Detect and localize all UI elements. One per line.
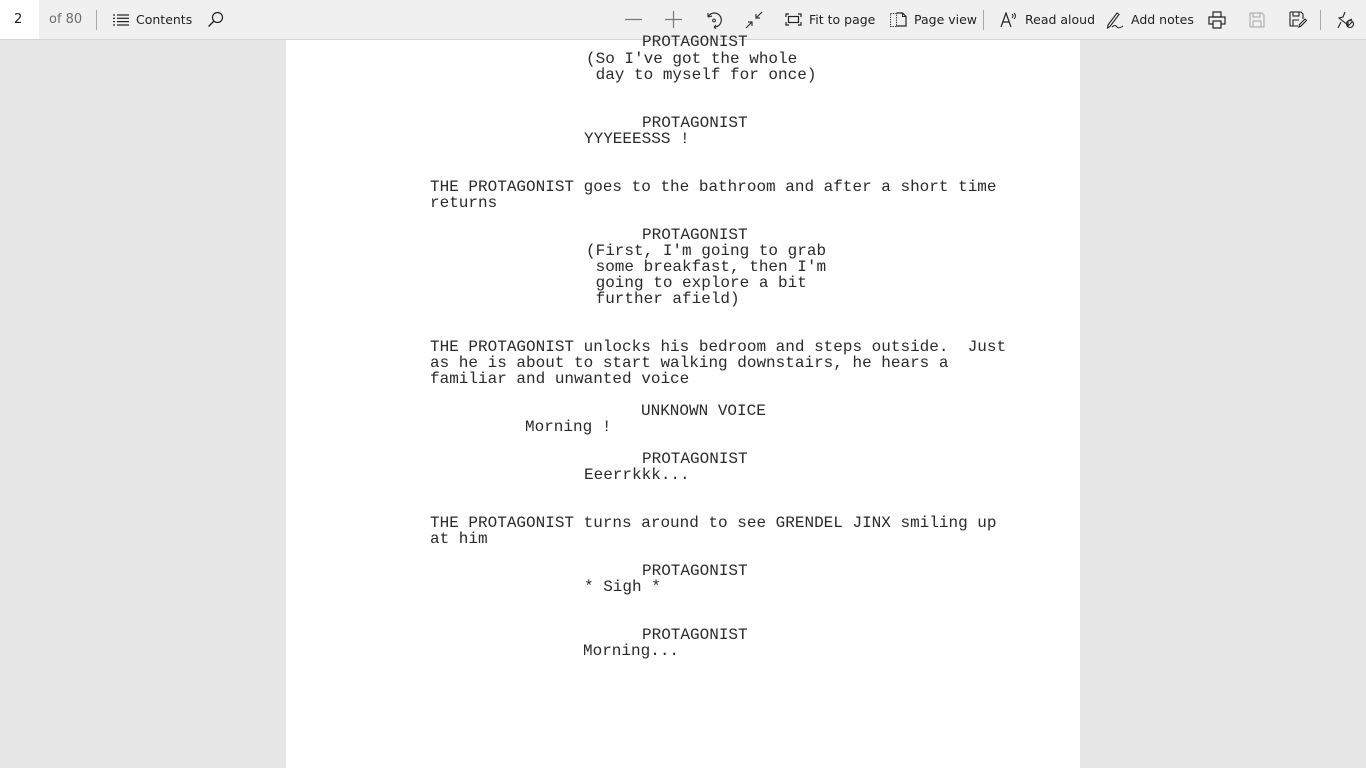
action-line: THE PROTAGONIST turns around to see GREN…	[430, 514, 997, 532]
unpin-icon	[1337, 11, 1355, 29]
page-view-label: Page view	[914, 12, 978, 27]
contents-label: Contents	[136, 12, 193, 27]
save-icon	[1249, 11, 1265, 28]
dialogue: Morning...	[583, 642, 680, 660]
page-count: of 80	[49, 12, 83, 27]
divider	[96, 10, 97, 30]
action-line: THE PROTAGONIST unlocks his bedroom and …	[430, 338, 1007, 356]
parenthetical: some breakfast, then I'm	[586, 258, 827, 276]
fit-page-icon	[785, 13, 802, 26]
action-line: familiar and unwanted voice	[430, 370, 690, 388]
character-name: PROTAGONIST	[642, 626, 748, 644]
list-icon	[113, 13, 129, 26]
fit-to-page-button[interactable]: Fit to page	[785, 0, 875, 39]
character-name: UNKNOWN VOICE	[641, 402, 766, 420]
add-notes-label: Add notes	[1131, 12, 1194, 27]
save-as-icon	[1289, 11, 1307, 28]
parenthetical: further afield)	[586, 290, 740, 308]
pen-icon	[1106, 11, 1124, 29]
divider	[983, 10, 984, 30]
action-line: THE PROTAGONIST goes to the bathroom and…	[430, 178, 997, 196]
parenthetical: going to explore a bit	[586, 274, 807, 292]
print-icon	[1208, 10, 1226, 29]
rotate-icon	[705, 11, 723, 29]
page-view-button[interactable]: Page view	[890, 0, 977, 39]
parenthetical: day to myself for once)	[586, 66, 817, 84]
contents-button[interactable]: Contents	[113, 0, 192, 39]
action-line: as he is about to start walking downstai…	[430, 354, 949, 372]
dialogue: * Sigh *	[584, 578, 661, 596]
character-name: PROTAGONIST	[642, 226, 748, 244]
collapse-icon	[745, 11, 763, 29]
save-as-button[interactable]	[1289, 0, 1307, 39]
character-name: PROTAGONIST	[642, 114, 748, 132]
action-line: at him	[430, 530, 488, 548]
dialogue: YYYEEESSS !	[584, 130, 690, 148]
print-button[interactable]	[1208, 0, 1226, 39]
read-aloud-icon	[1000, 11, 1018, 28]
read-aloud-button[interactable]: Read aloud	[1000, 0, 1095, 39]
minus-icon	[625, 11, 642, 28]
unpin-toolbar-button[interactable]	[1337, 0, 1355, 39]
read-aloud-label: Read aloud	[1025, 12, 1096, 27]
save-button[interactable]	[1249, 0, 1265, 39]
parenthetical: (First, I'm going to grab	[586, 242, 827, 260]
plus-icon	[665, 11, 682, 28]
search-button[interactable]	[207, 0, 224, 39]
character-name: PROTAGONIST	[642, 33, 748, 51]
search-icon	[207, 11, 224, 28]
fullscreen-button[interactable]	[745, 0, 763, 39]
divider	[1320, 10, 1321, 30]
page-number: 2	[14, 12, 23, 27]
dialogue: Eeerrkkk...	[584, 466, 690, 484]
character-name: PROTAGONIST	[642, 450, 748, 468]
action-line: returns	[430, 194, 498, 212]
dialogue: Morning !	[525, 418, 612, 436]
fit-to-page-label: Fit to page	[809, 12, 876, 27]
character-name: PROTAGONIST	[642, 562, 748, 580]
page-view-icon	[890, 12, 907, 27]
document-page: PROTAGONIST (So I've got the whole day t…	[286, 34, 1080, 768]
add-notes-button[interactable]: Add notes	[1106, 0, 1194, 39]
page-number-input[interactable]: 2	[0, 0, 39, 39]
parenthetical: (So I've got the whole	[586, 50, 798, 68]
zoom-out-button[interactable]	[625, 0, 642, 39]
